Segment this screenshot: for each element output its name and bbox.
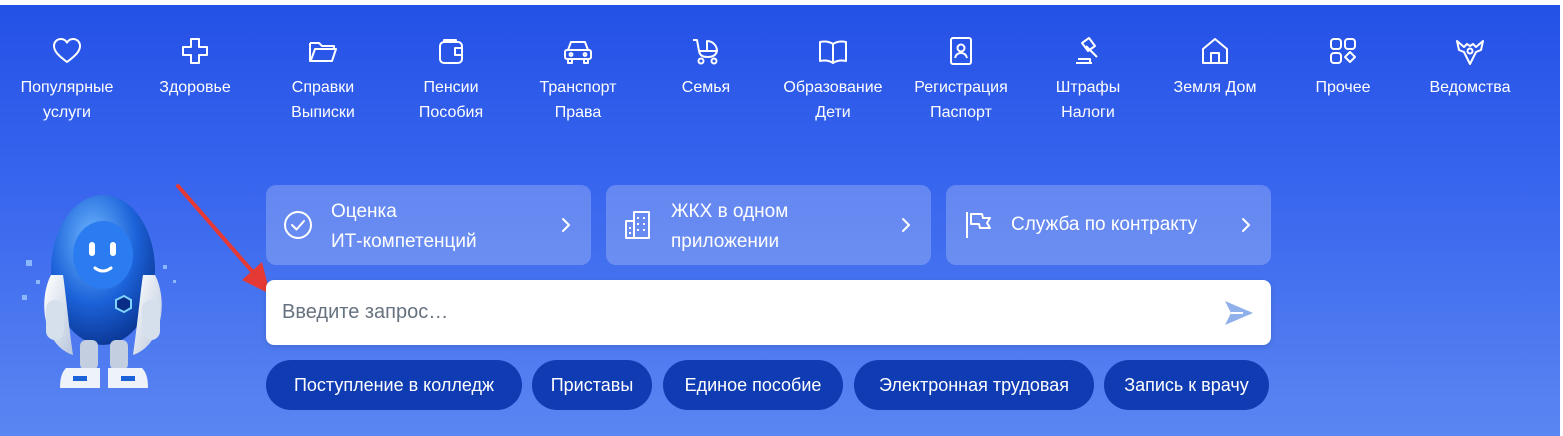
wallet-icon <box>439 39 463 64</box>
promo-label: Служба по контракту <box>1011 214 1198 235</box>
category-nav: Популярные услуги Здоровье Справки Выпис… <box>0 35 1560 135</box>
promo-contract-service[interactable]: Служба по контракту <box>946 185 1271 265</box>
passport-icon <box>950 37 972 65</box>
flag-icon <box>966 212 991 238</box>
category-label: Транспорт Права <box>539 79 617 121</box>
robot-mascot-image <box>22 195 176 388</box>
category-transport[interactable]: Транспорт Права <box>514 35 642 125</box>
category-label: Семья <box>681 79 731 96</box>
chevron-right-icon <box>562 218 570 232</box>
category-other[interactable]: Прочее <box>1279 35 1407 100</box>
eagle-emblem-icon <box>1456 40 1484 65</box>
promo-label: Оценка ИТ-компетенций <box>331 201 477 252</box>
category-registration[interactable]: Регистрация Паспорт <box>897 35 1025 125</box>
category-family[interactable]: Семья <box>642 35 770 100</box>
chip-doctor-appointment[interactable]: Запись к врачу <box>1104 360 1269 410</box>
category-label: Популярные услуги <box>20 79 114 121</box>
category-label: Земля Дом <box>1173 79 1257 96</box>
category-label: Прочее <box>1315 79 1371 96</box>
grid-icon <box>1330 38 1356 64</box>
category-fines[interactable]: Штрафы Налоги <box>1024 35 1152 125</box>
search-bar <box>266 280 1271 345</box>
chip-unified-allowance[interactable]: Единое пособие <box>663 360 843 410</box>
chip-bailiffs[interactable]: Приставы <box>532 360 652 410</box>
category-land-house[interactable]: Земля Дом <box>1151 35 1279 100</box>
folder-icon <box>309 42 337 62</box>
medical-cross-icon <box>182 38 208 64</box>
promo-it-assessment[interactable]: Оценка ИТ-компетенций <box>266 185 591 265</box>
promo-housing-app[interactable]: ЖКХ в одном приложении <box>606 185 931 265</box>
stroller-icon <box>693 39 718 65</box>
chevron-right-icon <box>1242 218 1250 232</box>
category-label: Здоровье <box>159 79 231 96</box>
category-popular[interactable]: Популярные услуги <box>3 35 131 125</box>
promo-label: ЖКХ в одном приложении <box>671 201 789 252</box>
building-icon <box>625 211 650 239</box>
book-icon <box>819 40 847 64</box>
gavel-icon <box>1076 37 1098 64</box>
chevron-right-icon <box>902 218 910 232</box>
category-label: Образование Дети <box>783 79 883 121</box>
category-label: Регистрация Паспорт <box>914 79 1008 121</box>
heart-icon <box>53 38 81 63</box>
category-education[interactable]: Образование Дети <box>769 35 897 125</box>
hero-banner: Популярные услуги Здоровье Справки Выпис… <box>0 5 1560 436</box>
category-label: Справки Выписки <box>291 79 355 121</box>
category-agencies[interactable]: Ведомства <box>1406 35 1534 100</box>
chip-college-admission[interactable]: Поступление в колледж <box>266 360 522 410</box>
category-health[interactable]: Здоровье <box>131 35 259 100</box>
category-label: Пенсии Пособия <box>418 79 484 121</box>
check-circle-icon <box>284 211 312 239</box>
search-input[interactable] <box>266 280 1206 345</box>
car-icon <box>564 41 592 64</box>
send-arrow-icon[interactable] <box>1223 298 1255 328</box>
chip-electronic-workbook[interactable]: Электронная трудовая <box>854 360 1094 410</box>
category-pensions[interactable]: Пенсии Пособия <box>387 35 515 125</box>
house-icon <box>1202 38 1228 64</box>
category-certificates[interactable]: Справки Выписки <box>259 35 387 125</box>
category-label: Штрафы Налоги <box>1055 79 1121 121</box>
category-label: Ведомства <box>1429 79 1511 96</box>
